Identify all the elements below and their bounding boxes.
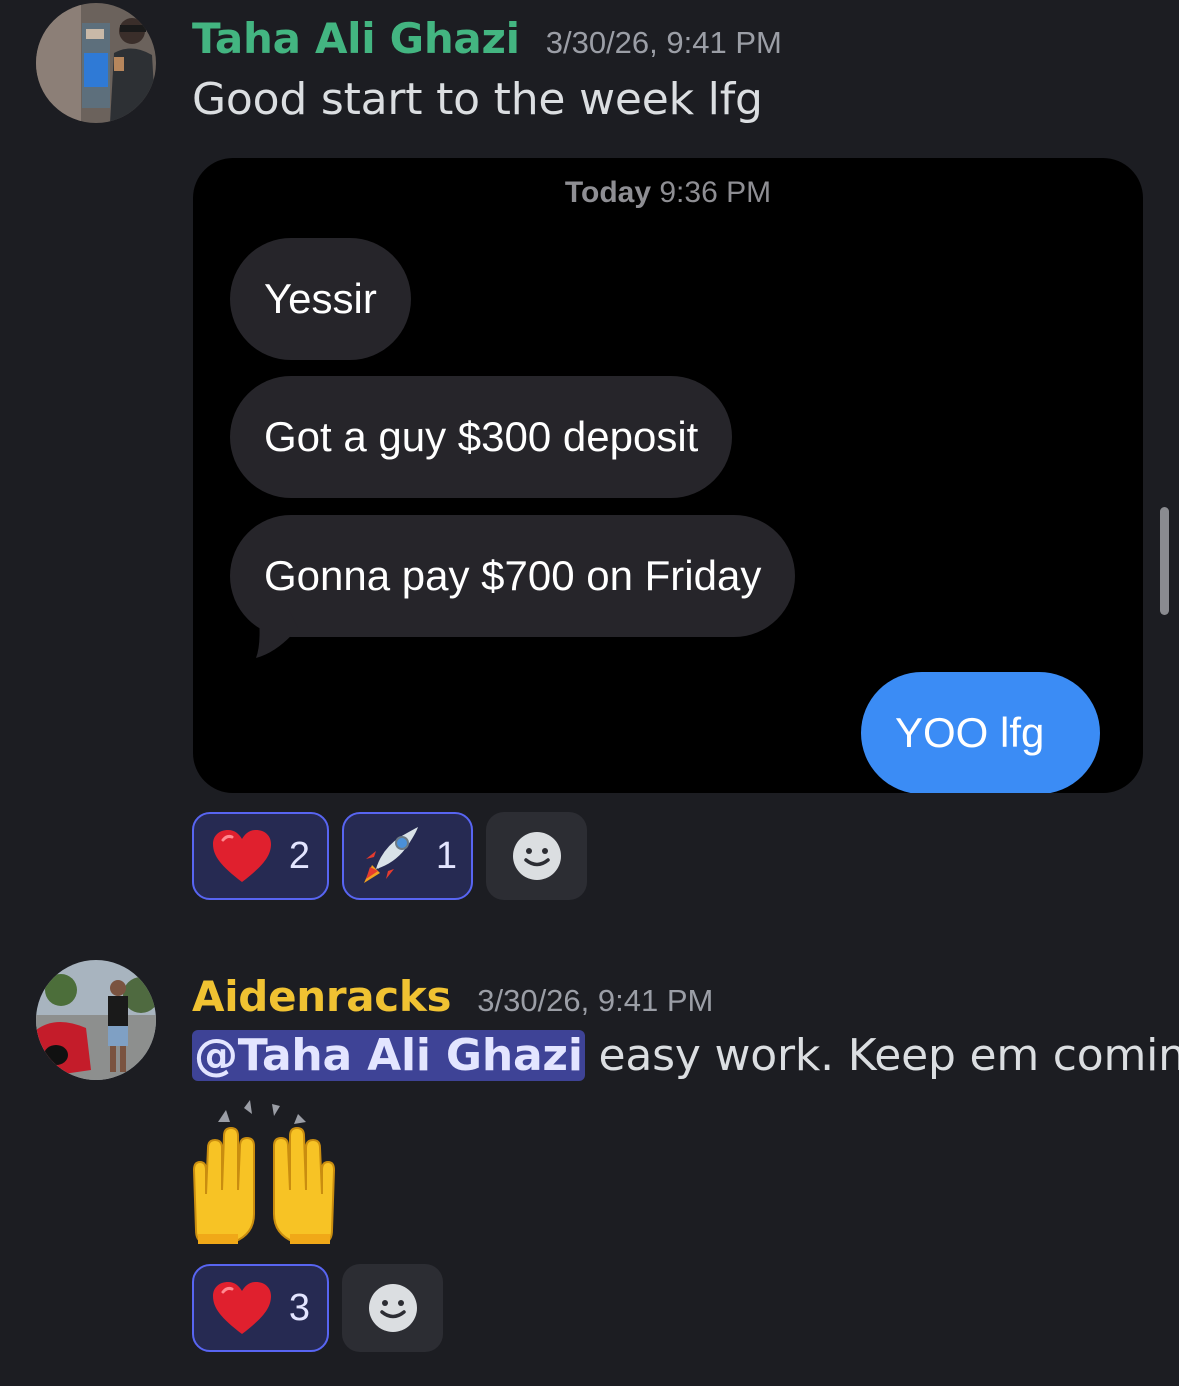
- embed-time-clock: 9:36 PM: [659, 176, 772, 209]
- chat-view: Taha Ali Ghazi 3/30/26, 9:41 PM Good sta…: [0, 0, 1179, 1386]
- message-timestamp: 3/30/26, 9:41 PM: [477, 983, 714, 1018]
- message-text: @Taha Ali Ghazi easy work. Keep em comin…: [192, 1030, 1179, 1081]
- avatar-photo-icon: [36, 960, 156, 1080]
- author-name[interactable]: Aidenracks: [192, 972, 452, 1021]
- add-reaction-icon: [512, 832, 561, 880]
- message-text: Good start to the week lfg: [192, 74, 763, 125]
- add-reaction-icon: [368, 1284, 417, 1332]
- sent-bubble: YOO lfg: [861, 672, 1101, 793]
- bubble-tail-icon: [256, 608, 298, 658]
- reaction-rocket[interactable]: 1: [342, 812, 473, 900]
- attached-screenshot[interactable]: Today 9:36 PM Yessir Got a guy $300 depo…: [193, 158, 1143, 793]
- reaction-count: 3: [288, 1286, 311, 1329]
- bubble-text: Got a guy $300 deposit: [264, 413, 699, 460]
- user-mention[interactable]: @Taha Ali Ghazi: [192, 1030, 585, 1081]
- reaction-count: 1: [435, 834, 458, 877]
- add-reaction-button[interactable]: [486, 812, 587, 900]
- raising-hands-icon: [192, 1100, 336, 1244]
- bubble-text: YOO lfg: [895, 709, 1045, 756]
- scrollbar-thumb[interactable]: [1160, 507, 1169, 615]
- avatar-photo-icon: [36, 3, 156, 123]
- reaction-heart[interactable]: 2: [192, 812, 329, 900]
- message-header: Aidenracks 3/30/26, 9:41 PM: [192, 972, 713, 1021]
- reaction-heart[interactable]: 3: [192, 1264, 329, 1352]
- message-header: Taha Ali Ghazi 3/30/26, 9:41 PM: [192, 14, 782, 63]
- received-bubble: Got a guy $300 deposit: [230, 376, 733, 498]
- author-avatar-taha[interactable]: [36, 3, 156, 123]
- rocket-icon: [363, 827, 418, 883]
- received-bubble: Gonna pay $700 on Friday: [230, 515, 796, 637]
- add-reaction-button[interactable]: [342, 1264, 443, 1352]
- author-name[interactable]: Taha Ali Ghazi: [192, 14, 520, 63]
- embed-timestamp: Today 9:36 PM: [193, 176, 1143, 210]
- heart-icon: [212, 1282, 271, 1334]
- bubble-text: Yessir: [264, 275, 377, 322]
- embed-time-day: Today: [564, 176, 652, 209]
- bubble-text: Gonna pay $700 on Friday: [264, 552, 762, 599]
- received-bubble: Yessir: [230, 238, 411, 360]
- message-timestamp: 3/30/26, 9:41 PM: [545, 25, 782, 60]
- author-avatar-aidenracks[interactable]: [36, 960, 156, 1080]
- heart-icon: [212, 830, 271, 882]
- reaction-count: 2: [288, 834, 311, 877]
- message-body: easy work. Keep em coming: [584, 1030, 1179, 1081]
